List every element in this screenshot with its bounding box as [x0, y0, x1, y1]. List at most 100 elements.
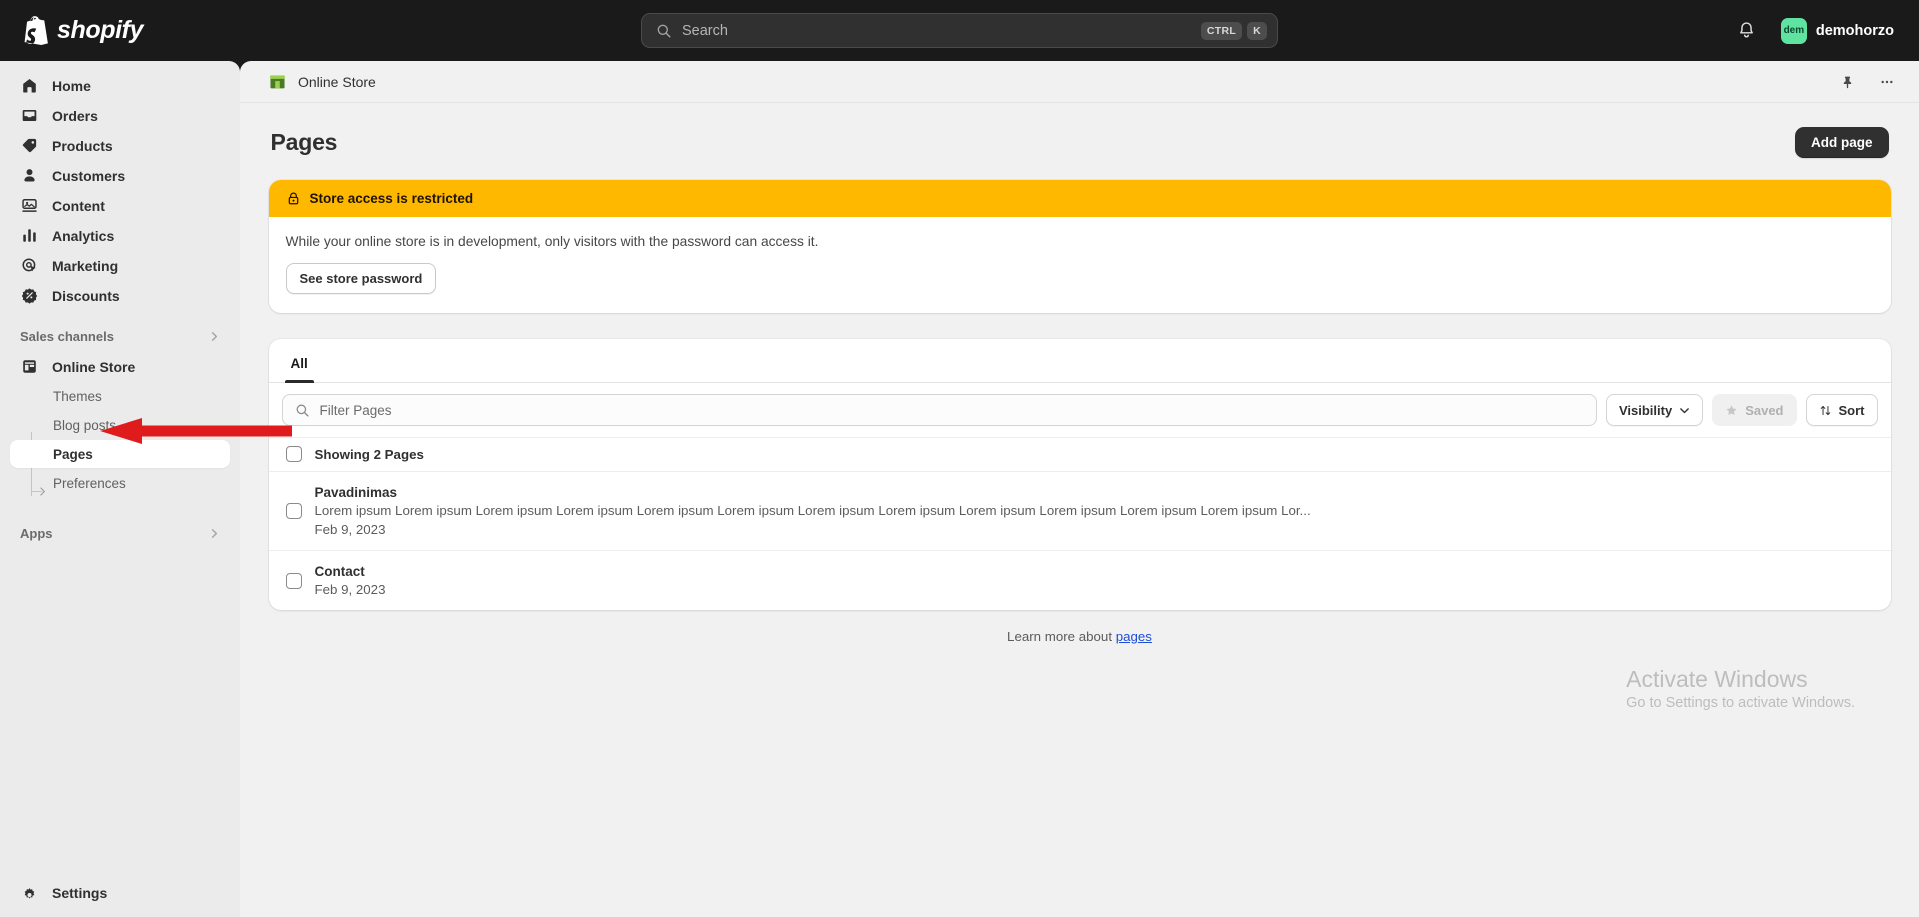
- breadcrumb[interactable]: Online Store: [268, 72, 376, 91]
- sidebar-settings-row: Settings: [0, 869, 240, 917]
- search-placeholder: Search: [682, 23, 1196, 39]
- pin-icon: [1840, 75, 1855, 90]
- sidebar-item-products[interactable]: Products: [10, 131, 230, 160]
- ellipsis-horizontal-icon: [1879, 74, 1895, 90]
- sidebar-subitem-label: Preferences: [53, 476, 126, 491]
- showing-count-label: Showing 2 Pages: [315, 447, 424, 462]
- main-content: Online Store Pages Add page: [240, 61, 1919, 917]
- row-title: Pavadinimas: [315, 485, 1878, 500]
- lock-icon: [286, 191, 301, 206]
- tab-all[interactable]: All: [277, 356, 322, 382]
- section-label: Sales channels: [20, 329, 114, 344]
- breadcrumb-bar: Online Store: [240, 61, 1919, 103]
- pin-button[interactable]: [1833, 68, 1861, 96]
- banner-header: Store access is restricted: [269, 180, 1891, 217]
- sort-label: Sort: [1839, 403, 1865, 418]
- sidebar-item-label: Settings: [52, 885, 107, 901]
- row-date: Feb 9, 2023: [315, 522, 1878, 537]
- table-row[interactable]: Contact Feb 9, 2023: [269, 550, 1891, 610]
- filter-pages-input[interactable]: Filter Pages: [282, 394, 1597, 426]
- gear-icon: [20, 884, 39, 903]
- row-title: Contact: [315, 564, 1878, 579]
- banner-text: While your online store is in developmen…: [286, 234, 1874, 249]
- sidebar-item-label: Analytics: [52, 228, 114, 244]
- sidebar-item-home[interactable]: Home: [10, 71, 230, 100]
- search-shortcut-modifier: CTRL: [1201, 22, 1242, 40]
- sidebar-item-label: Online Store: [52, 359, 135, 375]
- sort-button[interactable]: Sort: [1806, 394, 1878, 426]
- sidebar-subitem-label: Themes: [53, 389, 102, 404]
- select-all-row: Showing 2 Pages: [269, 437, 1891, 471]
- row-checkbox[interactable]: [286, 503, 302, 519]
- visibility-filter-button[interactable]: Visibility: [1606, 394, 1703, 426]
- bar-chart-icon: [20, 226, 39, 245]
- sidebar-item-marketing[interactable]: Marketing: [10, 251, 230, 280]
- banner-body: While your online store is in developmen…: [269, 217, 1891, 313]
- shopify-logo[interactable]: shopify: [22, 16, 143, 45]
- table-row[interactable]: Pavadinimas Lorem ipsum Lorem ipsum Lore…: [269, 471, 1891, 550]
- sidebar-item-content[interactable]: Content: [10, 191, 230, 220]
- sidebar-item-label: Products: [52, 138, 113, 154]
- sidebar-item-label: Marketing: [52, 258, 118, 274]
- sidebar-subitem-label: Pages: [53, 447, 93, 462]
- learn-more-footer: Learn more about pages: [269, 629, 1891, 644]
- search-icon: [295, 403, 310, 418]
- visibility-label: Visibility: [1619, 403, 1672, 418]
- global-search-input[interactable]: Search CTRL K: [641, 13, 1278, 48]
- sidebar-item-settings[interactable]: Settings: [10, 879, 230, 908]
- search-icon: [656, 23, 672, 39]
- banner-title: Store access is restricted: [310, 191, 474, 206]
- tab-bar: All: [269, 339, 1891, 383]
- shopify-bag-icon: [22, 16, 48, 45]
- sidebar-item-themes[interactable]: Themes: [10, 382, 230, 410]
- page-header: Pages Add page: [269, 127, 1891, 158]
- home-icon: [20, 76, 39, 95]
- notifications-button[interactable]: [1731, 15, 1763, 47]
- see-store-password-button[interactable]: See store password: [286, 263, 437, 294]
- sidebar: Home Orders Products Customers Content A…: [0, 61, 240, 917]
- sidebar-section-apps[interactable]: Apps: [10, 519, 230, 547]
- sidebar-item-label: Orders: [52, 108, 98, 124]
- page-content: Pages Add page Store access is restricte…: [240, 103, 1919, 644]
- chevron-right-icon: [209, 331, 220, 342]
- orders-inbox-icon: [20, 106, 39, 125]
- top-bar: shopify Search CTRL K dem demohorzo: [0, 0, 1919, 61]
- product-tag-icon: [20, 136, 39, 155]
- avatar: dem: [1781, 18, 1807, 44]
- more-actions-button[interactable]: [1873, 68, 1901, 96]
- sidebar-item-discounts[interactable]: Discounts: [10, 281, 230, 310]
- sidebar-item-orders[interactable]: Orders: [10, 101, 230, 130]
- user-menu-button[interactable]: dem demohorzo: [1777, 14, 1902, 48]
- sidebar-item-label: Discounts: [52, 288, 120, 304]
- select-all-checkbox[interactable]: [286, 446, 302, 462]
- sidebar-item-analytics[interactable]: Analytics: [10, 221, 230, 250]
- sidebar-item-pages[interactable]: Pages: [10, 440, 230, 468]
- store-restricted-banner: Store access is restricted While your on…: [269, 180, 1891, 313]
- sidebar-section-sales-channels[interactable]: Sales channels: [10, 322, 230, 350]
- content-image-icon: [20, 196, 39, 215]
- sidebar-subitem-label: Blog posts: [53, 418, 116, 433]
- pages-help-link[interactable]: pages: [1116, 629, 1152, 644]
- page-title: Pages: [271, 129, 338, 156]
- green-storefront-icon: [268, 72, 287, 91]
- breadcrumb-actions: [1833, 61, 1901, 103]
- person-icon: [20, 166, 39, 185]
- sidebar-item-online-store[interactable]: Online Store: [10, 352, 230, 381]
- filter-bar: Filter Pages Visibility Saved: [269, 383, 1891, 437]
- sidebar-item-preferences[interactable]: Preferences: [10, 469, 230, 497]
- discount-badge-icon: [20, 286, 39, 305]
- target-cursor-icon: [20, 256, 39, 275]
- add-page-button[interactable]: Add page: [1795, 127, 1889, 158]
- watermark-subtitle: Go to Settings to activate Windows.: [1626, 695, 1855, 711]
- sidebar-item-label: Customers: [52, 168, 125, 184]
- sidebar-item-blog-posts[interactable]: Blog posts: [10, 411, 230, 439]
- saved-views-button[interactable]: Saved: [1712, 394, 1796, 426]
- sidebar-item-customers[interactable]: Customers: [10, 161, 230, 190]
- saved-label: Saved: [1745, 403, 1783, 418]
- row-checkbox[interactable]: [286, 573, 302, 589]
- breadcrumb-label: Online Store: [298, 74, 376, 90]
- page-shell: Pages Add page Store access is restricte…: [269, 127, 1891, 644]
- user-name: demohorzo: [1816, 23, 1894, 39]
- search-shortcut-key: K: [1247, 22, 1267, 40]
- sort-arrows-icon: [1819, 404, 1832, 417]
